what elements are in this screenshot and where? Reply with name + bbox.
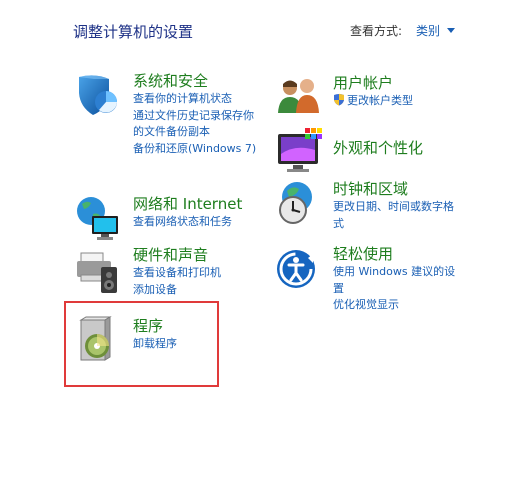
link-view-computer-status[interactable]: 查看你的计算机状态 <box>133 91 261 108</box>
category-title-network[interactable]: 网络和 Internet <box>133 194 268 214</box>
link-change-account-type[interactable]: 更改帐户类型 <box>333 93 473 110</box>
category-title-system-security[interactable]: 系统和安全 <box>133 71 261 91</box>
view-by: 查看方式: 类别 <box>350 22 456 39</box>
control-panel-page: 调整计算机的设置 查看方式: 类别 系统和安全 查看你的计算机状态 通过文件历史… <box>0 0 524 490</box>
link-devices-printers[interactable]: 查看设备和打印机 <box>133 265 263 282</box>
globe-network-icon[interactable] <box>75 194 125 244</box>
users-icon[interactable] <box>275 73 325 123</box>
link-optimize-visual-display[interactable]: 优化视觉显示 <box>333 297 463 314</box>
category-title-hardware-sound[interactable]: 硬件和声音 <box>133 245 263 265</box>
clock-globe-icon[interactable] <box>275 179 325 229</box>
link-change-date-time[interactable]: 更改日期、时间或数字格式 <box>333 199 463 232</box>
link-network-status[interactable]: 查看网络状态和任务 <box>133 214 268 231</box>
view-by-label: 查看方式: <box>350 24 403 38</box>
category-title-user-accounts[interactable]: 用户帐户 <box>333 73 473 93</box>
printer-speaker-icon[interactable] <box>75 245 125 295</box>
category-title-clock-region[interactable]: 时钟和区域 <box>333 179 463 199</box>
link-change-account-type-label: 更改帐户类型 <box>347 94 413 107</box>
view-by-value: 类别 <box>416 24 441 38</box>
link-file-history[interactable]: 通过文件历史记录保存你的文件备份副本 <box>133 108 261 141</box>
link-backup-restore[interactable]: 备份和还原(Windows 7) <box>133 141 261 158</box>
view-by-dropdown[interactable]: 类别 <box>416 22 456 39</box>
category-title-appearance[interactable]: 外观和个性化 <box>333 138 473 158</box>
ease-of-access-icon[interactable] <box>275 244 325 294</box>
shield-icon[interactable] <box>75 71 125 121</box>
highlight-box <box>64 301 219 387</box>
page-title: 调整计算机的设置 <box>73 23 194 41</box>
link-windows-suggested-settings[interactable]: 使用 Windows 建议的设置 <box>333 264 463 297</box>
link-add-device[interactable]: 添加设备 <box>133 282 263 299</box>
chevron-down-icon <box>447 28 456 33</box>
category-title-ease-of-access[interactable]: 轻松使用 <box>333 244 463 264</box>
uac-shield-icon <box>334 93 344 106</box>
monitor-palette-icon[interactable] <box>275 126 325 176</box>
